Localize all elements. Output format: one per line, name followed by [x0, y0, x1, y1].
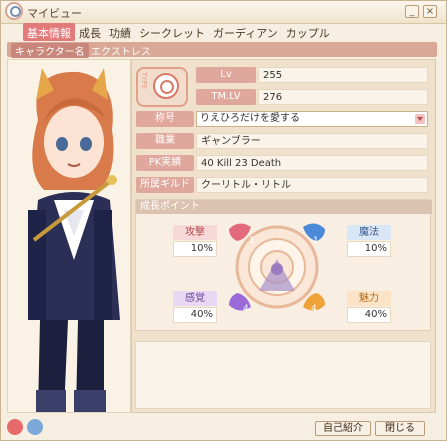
tab-secret[interactable]: シークレット	[135, 23, 209, 41]
job-label: 職業	[136, 133, 194, 149]
lv-label: Lv	[196, 67, 256, 83]
guild-row: 所属ギルド クーリトル・リトル	[136, 177, 428, 193]
magnifier-icon	[5, 2, 23, 20]
close-window-button[interactable]: ×	[423, 5, 437, 18]
tab-guardian[interactable]: ガーディアン	[209, 23, 282, 41]
lv-value: 255	[258, 67, 428, 83]
guardian-footer-icon[interactable]	[27, 419, 43, 435]
tab-achievements[interactable]: 功績	[105, 23, 135, 41]
tab-couple[interactable]: カップル	[282, 23, 334, 41]
sense-label: 感覚	[173, 291, 217, 306]
guild-label: 所属ギルド	[136, 177, 194, 193]
attack-gem-icon: 1	[229, 223, 255, 246]
stat-sense: 感覚 40%	[173, 291, 217, 325]
heart-spiral-icon	[153, 73, 179, 99]
tmlv-label: TM.LV	[196, 89, 256, 105]
character-portrait	[7, 59, 131, 413]
pk-row: PK実績 40 Kill 23 Death	[136, 155, 428, 171]
character-illustration	[8, 60, 130, 412]
growth-header: 成長ポイント	[136, 200, 432, 214]
window-title: マイビュー	[27, 7, 82, 20]
growth-radar-chart: 1 1 4 4	[229, 223, 325, 314]
title-label: 称号	[136, 111, 194, 127]
guild-value: クーリトル・リトル	[196, 177, 428, 193]
attack-label: 攻撃	[173, 225, 217, 240]
myview-window: マイビュー _ × 基本情報 成長 功績 シークレット ガーディアン カップル …	[0, 0, 447, 441]
magic-label: 魔法	[347, 225, 391, 240]
title-select-value: りえひろだけを愛する	[200, 113, 300, 124]
sense-value: 40%	[173, 307, 217, 323]
type-label: TYPE	[140, 72, 148, 90]
lv-row: Lv 255	[196, 67, 428, 83]
tmlv-value: 276	[258, 89, 428, 105]
tmlv-row: TM.LV 276	[196, 89, 428, 105]
character-name-label: キャラクター名	[11, 43, 89, 58]
self-intro-button[interactable]: 自己紹介	[315, 421, 371, 436]
charm-value: 40%	[347, 307, 391, 323]
chevron-down-icon[interactable]	[415, 114, 425, 124]
charm-badge: 4	[311, 304, 317, 314]
stat-attack: 攻撃 10%	[173, 225, 217, 259]
titlebar: マイビュー _ ×	[1, 1, 446, 24]
stat-charm: 魅力 40%	[347, 291, 391, 325]
heart-footer-icon[interactable]	[7, 419, 23, 435]
attack-value: 10%	[173, 241, 217, 257]
magic-value: 10%	[347, 241, 391, 257]
close-button[interactable]: 閉じる	[375, 421, 425, 436]
type-badge: TYPE	[136, 67, 188, 107]
tab-growth[interactable]: 成長	[75, 23, 105, 41]
sense-badge: 4	[243, 304, 249, 314]
magic-badge: 1	[313, 236, 319, 246]
minimize-button[interactable]: _	[405, 5, 419, 18]
tab-bar: 基本情報 成長 功績 シークレット ガーディアン カップル	[23, 23, 334, 41]
self-introduction-area	[135, 341, 431, 409]
pk-value: 40 Kill 23 Death	[196, 155, 428, 171]
job-value: ギャンブラー	[196, 133, 428, 149]
job-row: 職業 ギャンブラー	[136, 133, 428, 149]
title-select[interactable]: りえひろだけを愛する	[196, 111, 428, 127]
character-name-bar: キャラクター名 エクストレス	[7, 42, 437, 58]
charm-label: 魅力	[347, 291, 391, 306]
character-name-value: エクストレス	[91, 47, 151, 58]
tab-basic-info[interactable]: 基本情報	[23, 23, 75, 41]
stat-magic: 魔法 10%	[347, 225, 391, 259]
pk-label: PK実績	[136, 155, 194, 171]
title-row: 称号	[136, 111, 194, 127]
attack-badge: 1	[249, 236, 255, 246]
